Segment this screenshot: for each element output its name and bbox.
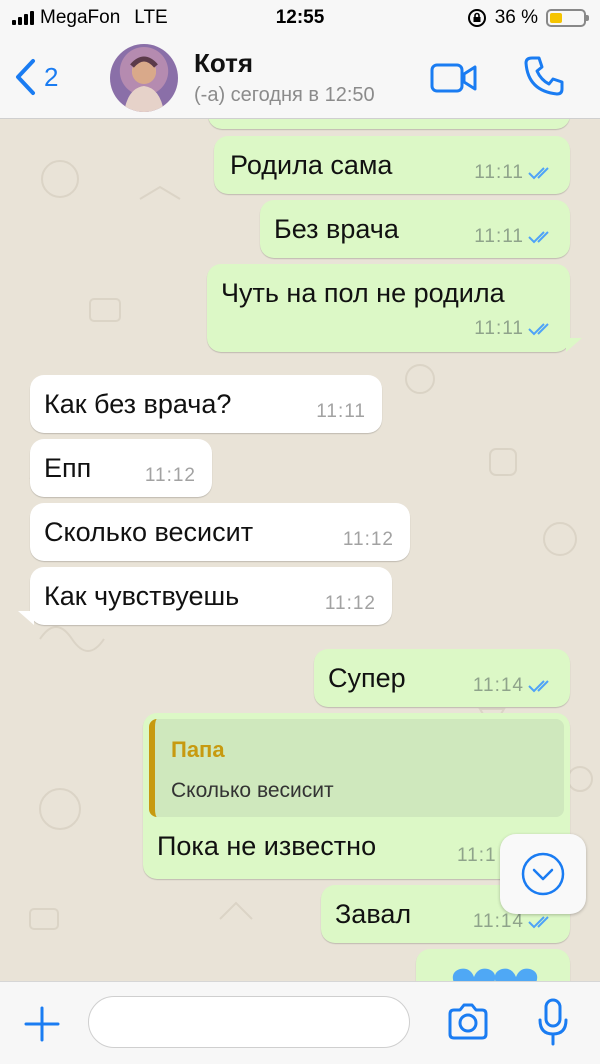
double-check-icon (528, 231, 549, 244)
message-meta: 11:14 (473, 911, 554, 933)
contact-name[interactable]: Котя (194, 48, 253, 79)
quoted-message[interactable]: Папа Сколько весисит (149, 719, 564, 817)
voice-call-button[interactable] (522, 54, 566, 103)
plus-icon (24, 1006, 60, 1042)
camera-button[interactable] (446, 1002, 490, 1047)
message-outgoing[interactable]: Чуть на пол не родила 11:11 (207, 264, 582, 352)
double-check-icon (528, 323, 549, 336)
message-incoming[interactable]: Как без врача? 11:11 (30, 375, 382, 433)
double-check-icon (528, 916, 549, 929)
double-check-icon (528, 680, 549, 693)
message-text: Сколько весисит (44, 517, 254, 547)
message-input[interactable] (88, 996, 410, 1048)
message-text: Как без врача? (44, 389, 232, 419)
contact-last-seen: (-а) сегодня в 12:50 (194, 84, 375, 106)
message-text: Пока не известно (157, 831, 377, 861)
message-time: 11:11 (474, 318, 524, 339)
message-meta: 11:1 (457, 845, 497, 867)
hearts-emoji-icon (452, 968, 538, 981)
message-text: Епп (44, 453, 92, 483)
quote-author: Папа (171, 737, 225, 762)
message-incoming[interactable]: Сколько весисит 11:12 (30, 503, 410, 561)
battery-icon (546, 9, 589, 27)
video-call-button[interactable] (430, 62, 478, 99)
message-time: 11:12 (324, 593, 376, 614)
chevron-down-circle-icon (521, 852, 565, 896)
message-outgoing[interactable]: Без врача 11:11 (260, 200, 570, 258)
message-meta: 11:12 (325, 593, 376, 615)
message-time: 11:11 (474, 162, 524, 183)
avatar[interactable] (110, 44, 178, 112)
bubble-tail (566, 338, 582, 352)
phone-icon (524, 56, 564, 96)
message-bubble-partial (208, 119, 570, 129)
camera-icon (448, 1003, 488, 1040)
microphone-icon (538, 998, 568, 1046)
back-button[interactable]: 2 (14, 58, 58, 96)
message-incoming[interactable]: Как чувствуешь 11:12 (18, 567, 392, 625)
message-outgoing[interactable]: Родила сама 11:11 (214, 136, 570, 194)
message-meta: 11:11 (474, 226, 554, 248)
message-meta: 11:14 (473, 675, 554, 697)
message-time: 11:12 (144, 465, 196, 486)
video-camera-icon (430, 63, 477, 93)
voice-record-button[interactable] (536, 998, 570, 1051)
message-text: Завал (335, 899, 412, 929)
message-meta: 11:12 (343, 529, 394, 551)
message-input-bar (0, 981, 600, 1064)
quote-text: Сколько весисит (171, 779, 334, 802)
scroll-to-bottom-button[interactable] (500, 834, 586, 914)
battery-percent: 36 % (494, 7, 538, 28)
status-bar: MegaFon LTE 12:55 36 % (0, 0, 600, 38)
message-meta: 11:12 (145, 465, 196, 487)
avatar-image (124, 56, 164, 112)
message-time: 11:14 (472, 911, 524, 932)
message-outgoing[interactable]: Супер 11:14 (314, 649, 570, 707)
chat-header: 2 Котя (-а) сегодня в 12:50 (0, 38, 600, 119)
message-text: Как чувствуешь (44, 581, 240, 611)
chat-area[interactable]: Родила сама 11:11 Без врача 11:11 Чуть н… (0, 119, 600, 981)
orientation-lock-icon (467, 9, 486, 27)
unread-count: 2 (44, 61, 59, 92)
message-meta: 11:11 (474, 318, 554, 340)
message-incoming[interactable]: Епп 11:12 (30, 439, 212, 497)
message-text: Родила сама (230, 150, 393, 180)
bubble-tail (18, 611, 34, 625)
attach-button[interactable] (22, 1004, 62, 1049)
message-time: 11:11 (474, 226, 524, 247)
message-meta: 11:11 (316, 401, 366, 423)
double-check-icon (528, 167, 549, 180)
message-meta: 11:11 (474, 162, 554, 184)
message-text: Супер (328, 663, 406, 693)
message-text: Без врача (274, 214, 399, 244)
message-outgoing-partial[interactable] (416, 949, 570, 981)
chevron-left-icon (16, 59, 35, 95)
message-time: 11:12 (342, 529, 394, 550)
message-time: 11:14 (472, 675, 524, 696)
message-text: Чуть на пол не родила (221, 278, 505, 308)
message-time: 11:11 (316, 401, 366, 422)
status-right: 36 % (467, 7, 589, 29)
message-time: 11:1 (457, 845, 497, 866)
